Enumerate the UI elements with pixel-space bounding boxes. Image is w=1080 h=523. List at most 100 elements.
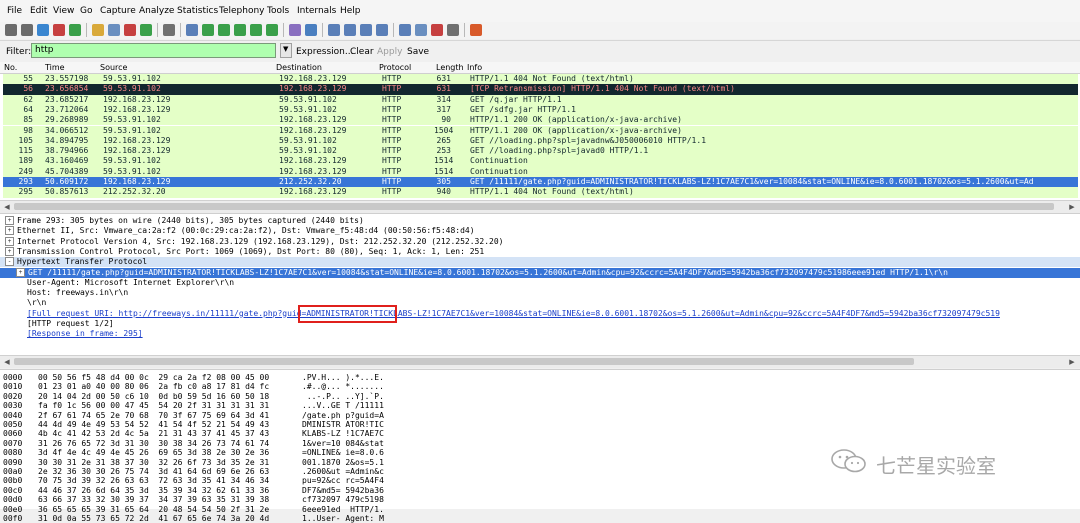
start-capture-icon[interactable] [37,24,49,36]
column-header-no[interactable]: No. [4,63,17,72]
packet-list-scrollbar[interactable]: ◀ ▶ [0,200,1080,213]
expression-button[interactable]: Expression... [296,47,353,57]
detail-row[interactable]: \r\n [27,298,46,308]
scroll-right-icon[interactable]: ▶ [1068,203,1076,211]
expand-icon[interactable]: + [5,216,14,225]
packet-row[interactable]: 189 43.160469 59.53.91.102 192.168.23.129 HT… [3,156,1078,167]
packet-row[interactable]: 62 23.685217 192.168.23.129 59.53.91.102 HTT… [3,94,1078,105]
packet-row[interactable]: 85 29.268989 59.53.91.102 192.168.23.129 HTT… [3,115,1078,126]
column-header-source[interactable]: Source [100,63,127,72]
apply-button[interactable]: Apply [377,47,402,57]
packet-cell-no: 105 [18,135,33,145]
find-packet-icon[interactable] [186,24,198,36]
detail-row[interactable]: [HTTP request 1/2] [27,319,114,329]
detail-row[interactable]: User-Agent: Microsoft Internet Explorer\… [27,278,234,288]
expand-icon[interactable]: + [5,236,14,246]
expand-icon[interactable]: + [5,246,14,256]
details-scrollbar[interactable]: ◀ ▶ [0,355,1080,368]
scroll-right-icon[interactable]: ▶ [1068,358,1076,366]
open-file-icon[interactable] [92,24,104,36]
menu-file[interactable]: File [7,6,22,16]
menu-capture[interactable]: Capture [100,6,136,16]
display-filter-input[interactable]: http [31,43,276,58]
filter-dropdown-button[interactable]: ▼ [280,43,292,58]
packet-cell-dst: 192.168.23.129 [279,115,347,125]
close-file-icon[interactable] [124,24,136,36]
scroll-left-icon[interactable]: ◀ [3,203,11,211]
go-to-packet-icon[interactable] [234,24,246,36]
go-last-icon[interactable] [266,24,278,36]
bytes-hex: 63 66 37 33 32 30 39 37 34 37 39 63 35 3… [38,495,270,505]
packet-row[interactable]: 249 45.704389 59.53.91.102 192.168.23.129 HT… [3,166,1078,177]
packet-row[interactable]: 295 50.857613 212.252.32.20 192.168.23.129 H… [3,187,1078,198]
reload-icon[interactable] [140,24,152,36]
restart-capture-icon[interactable] [69,24,81,36]
capture-options-icon[interactable] [21,24,33,36]
detail-row[interactable]: - Hypertext Transfer Protocol [0,257,1080,268]
packet-cell-dst: 192.168.23.129 [279,74,347,83]
packet-row[interactable]: 293 50.609172 192.168.23.129 212.252.32.20 H… [3,177,1078,188]
packet-cell-src: 212.252.32.20 [103,187,166,197]
colorize-icon[interactable] [289,24,301,36]
detail-row[interactable]: Host: freeways.in\r\n [27,288,128,298]
capture-filters-icon[interactable] [399,24,411,36]
packet-row[interactable]: 98 34.066512 59.53.91.102 192.168.23.129 HTT… [3,125,1078,136]
scrollbar-thumb[interactable] [14,358,914,365]
bytes-ascii: /gate.ph p?guid=A [302,410,384,420]
detail-row[interactable]: + Internet Protocol Version 4, Src: 192.1… [5,236,503,247]
menu-edit[interactable]: Edit [30,6,47,16]
go-first-icon[interactable] [250,24,262,36]
packet-row[interactable]: 55 23.557198 59.53.91.102 192.168.23.129 HTT… [3,74,1078,85]
zoom-in-icon[interactable] [328,24,340,36]
menu-internals[interactable]: Internals [297,6,336,16]
coloring-rules-icon[interactable] [431,24,443,36]
auto-scroll-icon[interactable] [305,24,317,36]
column-header-protocol[interactable]: Protocol [379,63,411,72]
stop-capture-icon[interactable] [53,24,65,36]
menu-statistics[interactable]: Statistics [177,6,218,16]
column-header-destination[interactable]: Destination [276,63,322,72]
collapse-icon[interactable]: - [5,257,14,267]
preferences-icon[interactable] [447,24,459,36]
print-icon[interactable] [163,24,175,36]
menu-tools[interactable]: Tools [267,6,289,16]
save-filter-button[interactable]: Save [407,47,429,57]
packet-row[interactable]: 64 23.712064 192.168.23.129 59.53.91.102 HTT… [3,104,1078,116]
packet-row[interactable]: 115 38.794966 192.168.23.129 59.53.91.102 HT… [3,146,1078,157]
clear-button[interactable]: Clear [350,47,374,57]
menu-go[interactable]: Go [80,6,92,16]
save-file-icon[interactable] [108,24,120,36]
column-header-length[interactable]: Length [436,63,464,72]
detail-text: Frame 293: 305 bytes on wire (2440 bits)… [17,216,364,225]
detail-row[interactable]: [Response in frame: 295] [27,329,143,339]
resize-columns-icon[interactable] [376,24,388,36]
detail-row[interactable]: + Transmission Control Protocol, Src Port… [5,246,484,257]
expand-icon[interactable]: + [5,226,14,236]
bytes-ascii: 1..User- Agent: M [302,514,384,523]
menu-analyze[interactable]: Analyze [139,6,174,16]
packet-row[interactable]: 56 23.656854 59.53.91.102 192.168.23.129 HTT… [3,84,1078,95]
menu-help[interactable]: Help [340,6,361,16]
help-icon[interactable] [470,24,482,36]
scrollbar-thumb[interactable] [14,203,1054,210]
menu-telephony[interactable]: Telephony [219,6,265,16]
detail-row[interactable]: + GET /11111/gate.php?guid=ADMINISTRATOR!… [0,267,1080,278]
menu-view[interactable]: View [53,6,74,16]
packet-cell-proto: HTTP [382,94,402,104]
display-filters-icon[interactable] [415,24,427,36]
zoom-out-icon[interactable] [344,24,356,36]
go-forward-icon[interactable] [218,24,230,36]
detail-row[interactable]: [Full request URI: http://freeways.in/11… [27,309,1000,319]
column-header-time[interactable]: Time [45,63,65,72]
zoom-normal-icon[interactable] [360,24,372,36]
column-header-info[interactable]: Info [467,63,482,72]
scroll-left-icon[interactable]: ◀ [3,358,11,366]
detail-row[interactable]: + Frame 293: 305 bytes on wire (2440 bits… [5,216,364,226]
go-back-icon[interactable] [202,24,214,36]
packet-cell-proto: HTTP [382,177,402,186]
detail-row[interactable]: + Ethernet II, Src: Vmware_ca:2a:f2 (00:0… [5,226,475,236]
packet-row[interactable]: 105 34.894795 192.168.23.129 59.53.91.102 HT… [3,135,1078,147]
expand-icon[interactable]: + [16,267,25,277]
bytes-ascii: 001.1870 2&os=5.1 [302,457,384,467]
interface-list-icon[interactable] [5,24,17,36]
